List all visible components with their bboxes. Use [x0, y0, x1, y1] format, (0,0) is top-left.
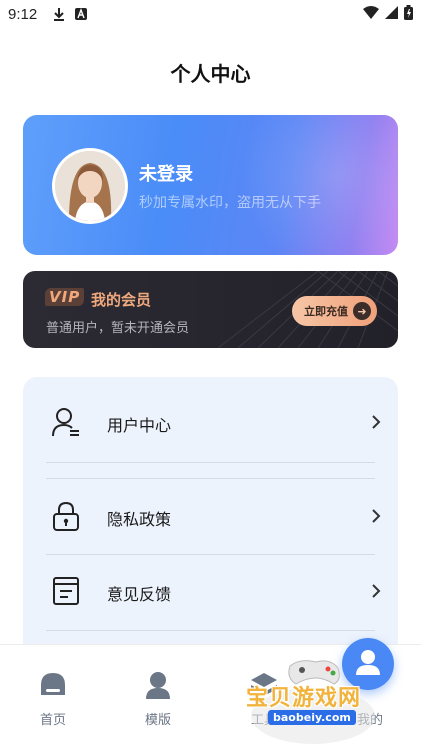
watermark-text: 宝贝游戏网 [246, 686, 362, 711]
user-icon [52, 407, 80, 441]
arrow-right-icon: ➜ [353, 302, 371, 320]
menu-item-label: 隐私政策 [107, 510, 172, 529]
vip-description: 普通用户，暂未开通会员 [46, 321, 190, 336]
vip-card[interactable]: VIP 我的会员 普通用户，暂未开通会员 立即充值 ➜ [23, 271, 398, 348]
divider [46, 478, 375, 479]
menu-item-label: 用户中心 [107, 416, 172, 435]
chevron-right-icon [371, 583, 381, 603]
profile-subtitle: 秒加专属水印，盗用无从下手 [139, 195, 321, 211]
page-title: 个人中心 [170, 62, 251, 86]
divider [46, 630, 375, 631]
lock-icon [52, 501, 80, 535]
wifi-icon [363, 5, 379, 23]
recharge-button[interactable]: 立即充值 ➜ [292, 296, 377, 326]
menu-item-feedback[interactable]: 意见反馈 [46, 555, 381, 631]
feedback-icon [52, 576, 80, 610]
vip-title: 我的会员 [91, 291, 152, 309]
tab-label: 首页 [39, 713, 66, 728]
tab-template[interactable]: 模版 [118, 645, 198, 748]
tab-label: 模版 [144, 713, 171, 728]
status-bar: 9:12 [0, 0, 421, 28]
vip-badge: VIP [45, 288, 85, 306]
font-icon [75, 8, 88, 20]
battery-icon [404, 4, 413, 24]
watermark-url: baobeiy.com [268, 710, 356, 725]
avatar[interactable] [52, 148, 128, 224]
chevron-right-icon [371, 508, 381, 528]
menu-item-user-center[interactable]: 用户中心 [46, 386, 381, 462]
status-time: 9:12 [8, 5, 38, 23]
tab-home[interactable]: 首页 [13, 645, 93, 748]
watermark: 宝贝游戏网 baobeiy.com [238, 654, 398, 746]
chevron-right-icon [371, 414, 381, 434]
home-icon [39, 671, 67, 701]
divider [46, 462, 375, 463]
download-icon [53, 7, 65, 21]
profile-card[interactable]: 未登录 秒加专属水印，盗用无从下手 [23, 115, 398, 255]
recharge-button-label: 立即充值 [304, 305, 348, 318]
menu-item-privacy-policy[interactable]: 隐私政策 [46, 480, 381, 556]
template-icon [145, 671, 171, 703]
menu-item-label: 意见反馈 [107, 585, 172, 604]
signal-icon [385, 5, 398, 23]
menu-panel: 用户中心 隐私政策 意见反馈 [23, 377, 398, 677]
login-status[interactable]: 未登录 [139, 160, 193, 186]
